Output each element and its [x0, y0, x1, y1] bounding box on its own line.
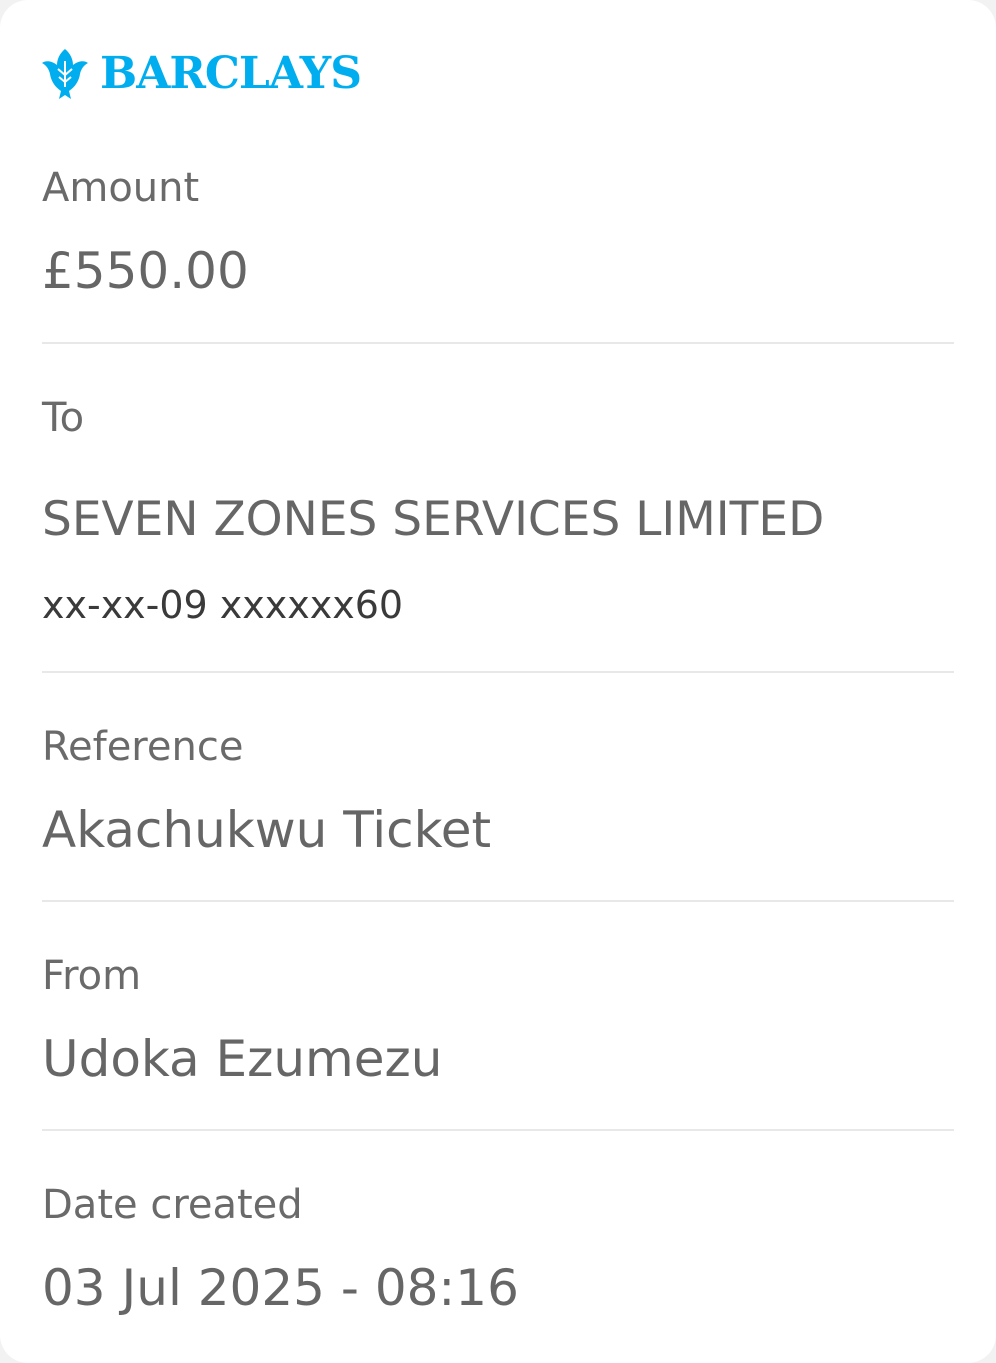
eagle-icon: [42, 49, 88, 99]
payment-details-card: BARCLAYS Amount £550.00 To SEVEN ZONES S…: [0, 0, 996, 1363]
divider: [42, 900, 954, 902]
amount-label: Amount: [42, 165, 200, 211]
divider: [42, 1129, 954, 1131]
date-created-label: Date created: [42, 1182, 303, 1228]
date-created-value: 03 Jul 2025 - 08:16: [42, 1259, 519, 1317]
payee-name: SEVEN ZONES SERVICES LIMITED: [42, 492, 825, 547]
from-value: Udoka Ezumezu: [42, 1030, 443, 1088]
from-label: From: [42, 953, 142, 999]
brand-name: BARCLAYS: [100, 48, 362, 99]
divider: [42, 342, 954, 344]
payee-account: xx-xx-09 xxxxxx60: [42, 583, 404, 627]
reference-label: Reference: [42, 724, 244, 770]
to-label: To: [42, 395, 85, 441]
barclays-logo: BARCLAYS: [40, 46, 362, 102]
divider: [42, 671, 954, 673]
amount-value: £550.00: [42, 242, 249, 300]
reference-value: Akachukwu Ticket: [42, 801, 492, 859]
